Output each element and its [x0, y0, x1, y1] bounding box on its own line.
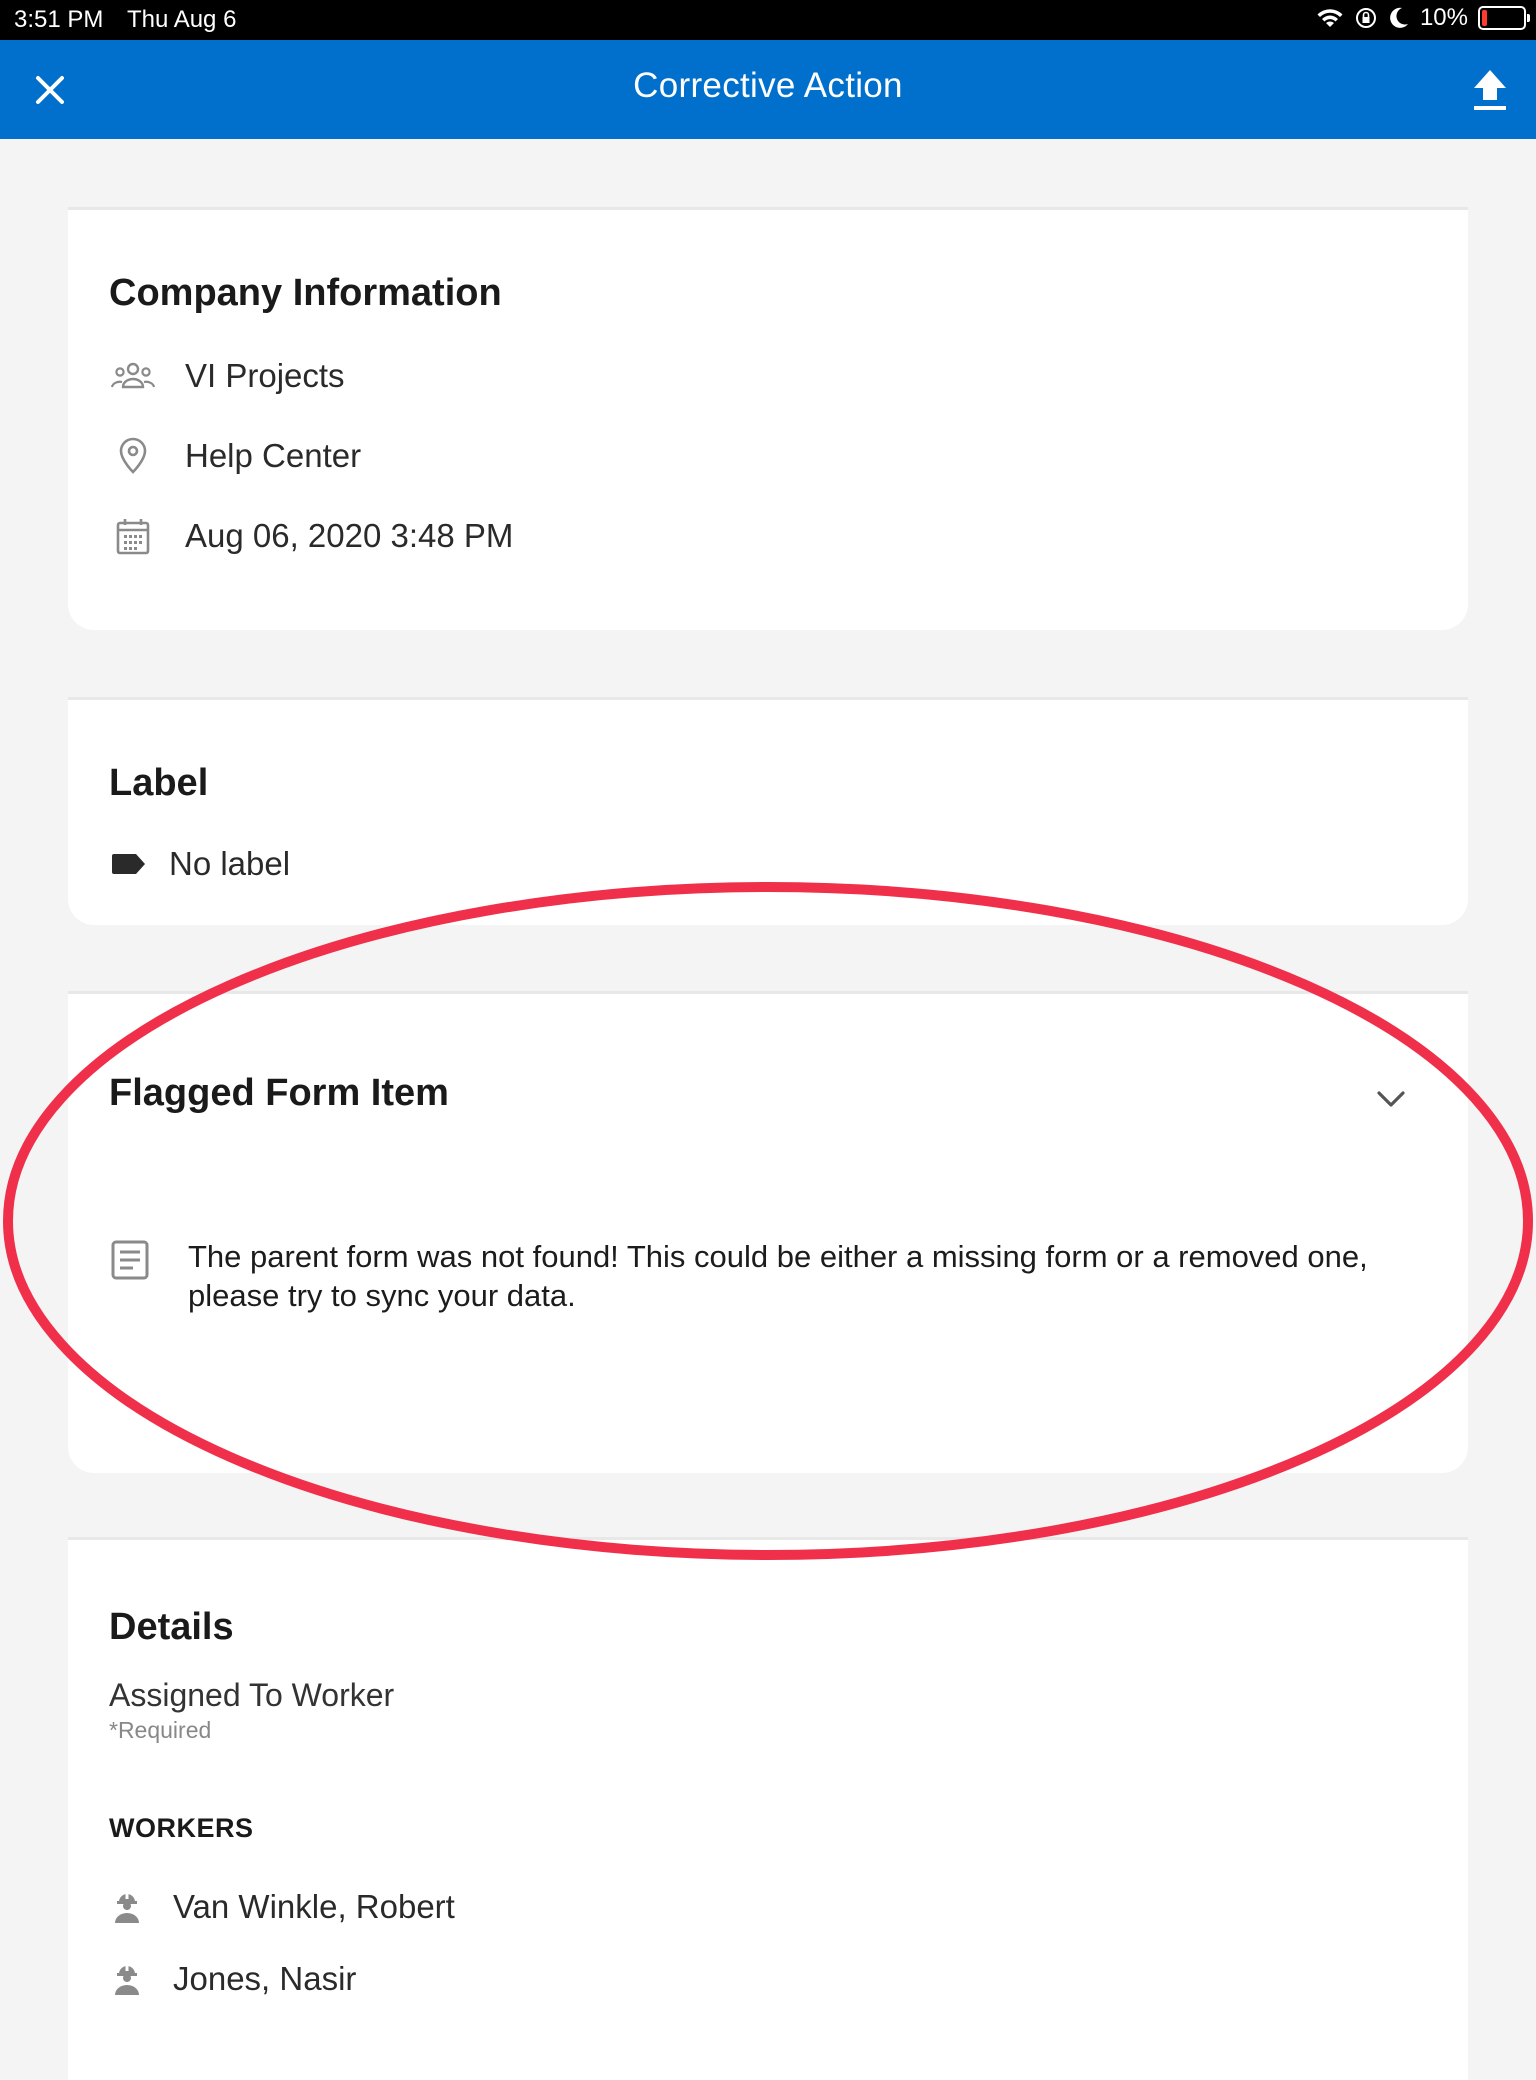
tag-icon — [109, 840, 149, 888]
wifi-icon — [1317, 9, 1343, 27]
group-icon — [109, 352, 157, 400]
battery-percent: 10% — [1419, 4, 1468, 31]
location-name: Help Center — [185, 437, 362, 474]
status-bar: 3:51 PM Thu Aug 6 10% — [0, 0, 1536, 40]
details-heading: Details — [109, 1606, 234, 1648]
location-pin-icon — [109, 432, 157, 480]
worker-name: Jones, Nasir — [173, 1960, 357, 1997]
location-row: Help Center — [109, 432, 361, 480]
company-info-heading: Company Information — [109, 272, 502, 314]
battery-icon — [1478, 6, 1530, 30]
label-row[interactable]: No label — [109, 840, 290, 888]
worker-row[interactable]: Van Winkle, Robert — [109, 1883, 455, 1931]
project-row: VI Projects — [109, 352, 345, 400]
project-name: VI Projects — [185, 357, 345, 394]
worker-row[interactable]: Jones, Nasir — [109, 1955, 356, 2003]
chevron-down-icon[interactable] — [1374, 1082, 1408, 1116]
orientation-lock-icon — [1355, 8, 1376, 28]
nav-bar: Corrective Action — [0, 40, 1536, 139]
required-note: *Required — [109, 1717, 212, 1743]
moon-icon — [1390, 7, 1408, 28]
document-icon — [111, 1240, 149, 1280]
status-time: 3:51 PM — [14, 6, 104, 33]
created-datetime: Aug 06, 2020 3:48 PM — [185, 517, 514, 554]
calendar-icon — [109, 512, 157, 560]
workers-heading: WORKERS — [109, 1813, 254, 1843]
assigned-to-label: Assigned To Worker — [109, 1677, 395, 1713]
label-heading: Label — [109, 762, 209, 804]
worker-icon — [109, 1883, 145, 1931]
flagged-message: The parent form was not found! This coul… — [188, 1239, 1368, 1313]
company-info-card: Company Information VI Projects Help Cen… — [68, 207, 1468, 630]
worker-name: Van Winkle, Robert — [173, 1888, 455, 1925]
worker-icon — [109, 1955, 145, 2003]
details-card: Details Assigned To Worker *Required WOR… — [68, 1537, 1468, 2080]
status-date: Thu Aug 6 — [127, 6, 237, 33]
label-value: No label — [169, 845, 291, 882]
page-title: Corrective Action — [633, 66, 903, 105]
status-icons: 10% — [1316, 4, 1530, 32]
datetime-row: Aug 06, 2020 3:48 PM — [109, 512, 513, 560]
flagged-heading: Flagged Form Item — [109, 1072, 449, 1114]
label-card[interactable]: Label No label — [68, 697, 1468, 925]
flagged-form-item-card: Flagged Form Item The parent form was no… — [68, 991, 1468, 1473]
upload-icon[interactable] — [1470, 66, 1510, 114]
